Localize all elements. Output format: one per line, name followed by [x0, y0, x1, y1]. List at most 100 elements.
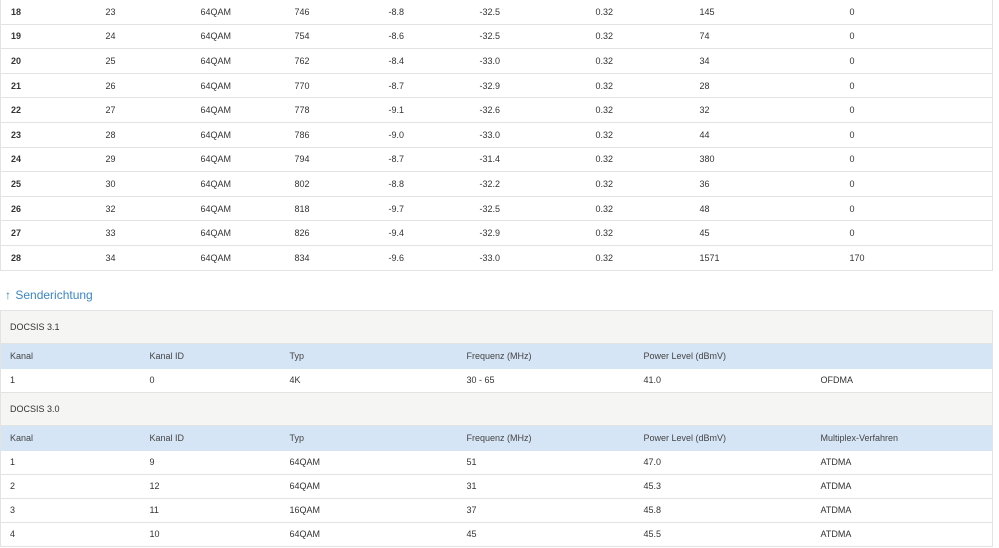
table-cell: 23: [95, 0, 191, 25]
table-cell: 48: [689, 196, 840, 222]
column-header: Power Level (dBmV): [634, 425, 812, 451]
table-cell: 29: [95, 147, 191, 173]
table-cell: 778: [284, 97, 379, 123]
table-row: 18 23 64QAM 746 -8.8 -32.5 0.32 145 0: [0, 0, 993, 25]
table-cell: 64QAM: [190, 171, 285, 197]
table-cell: 0.32: [585, 97, 690, 123]
table-cell: ATDMA: [811, 450, 993, 475]
table-cell: 24: [0, 147, 96, 173]
table-cell: ATDMA: [820, 529, 852, 540]
table-cell: -32.2: [469, 171, 586, 197]
table-cell: 33: [95, 220, 191, 246]
table-cell: 4: [10, 529, 16, 540]
table-row: 22 27 64QAM 778 -9.1 -32.6 0.32 32 0: [0, 97, 993, 123]
table-cell: 3: [0, 498, 141, 523]
table-cell: 37: [457, 498, 635, 523]
table-cell: -33.0: [469, 122, 586, 148]
table-cell: -32.9: [469, 73, 586, 99]
table-cell: 0.32: [585, 171, 690, 197]
table-cell: -32.5: [469, 24, 586, 50]
column-header: Typ: [280, 425, 458, 451]
table-cell: 27: [95, 97, 191, 123]
docsis30-title: DOCSIS 3.0: [0, 392, 993, 426]
table-cell: -8.8: [378, 171, 470, 197]
table-cell: 64QAM: [190, 196, 285, 222]
table-cell: 11: [140, 498, 281, 523]
table-cell: 826: [284, 220, 379, 246]
downstream-table: 18 23 64QAM 746 -8.8 -32.5 0.32 145 0 19 24 64QAM 75…: [0, 0, 993, 271]
column-header: Frequenz (MHz): [457, 343, 635, 369]
table-cell: 0.32: [585, 196, 690, 222]
table-cell: 64QAM: [200, 252, 232, 263]
table-cell: 0.32: [585, 0, 690, 25]
table-cell: 64QAM: [190, 147, 285, 173]
table-cell: 0.32: [585, 24, 690, 50]
table-cell: 4K: [280, 368, 458, 393]
table-cell: 24: [95, 24, 191, 50]
table-cell: 0.32: [595, 252, 614, 263]
table-cell: 746: [284, 0, 379, 25]
table-cell: 12: [140, 474, 281, 499]
table-cell: 23: [0, 122, 96, 148]
table-cell: 0: [839, 122, 993, 148]
table-cell: -33.0: [469, 48, 586, 74]
table-cell: 0: [839, 147, 993, 173]
table-cell: 0: [839, 48, 993, 74]
docsis31-column-headers: Kanal Kanal ID Typ Frequenz (MHz) Power Leve…: [0, 343, 993, 369]
table-row: 27 33 64QAM 826 -9.4 -32.9 0.32 45 0: [0, 220, 993, 246]
table-cell: 762: [284, 48, 379, 74]
table-cell: ATDMA: [811, 498, 993, 523]
table-cell: -32.5: [469, 196, 586, 222]
table-cell: 45.3: [634, 474, 812, 499]
table-cell: 64QAM: [190, 0, 285, 25]
table-cell: 794: [284, 147, 379, 173]
column-header: Frequenz (MHz): [457, 425, 635, 451]
column-header: Multiplex-Verfahren: [811, 425, 993, 451]
table-cell: 45: [466, 529, 477, 540]
table-cell: 754: [284, 24, 379, 50]
table-cell: 0.32: [585, 147, 690, 173]
table-cell: 45.8: [634, 498, 812, 523]
table-cell: 64QAM: [289, 529, 321, 540]
table-cell: -32.9: [469, 220, 586, 246]
table-cell: 0: [140, 368, 281, 393]
upstream-section-label[interactable]: Senderichtung: [15, 288, 92, 302]
column-header: Kanal: [0, 343, 141, 369]
table-cell: 770: [284, 73, 379, 99]
table-row: 1 9 64QAM 51 47.0 ATDMA: [0, 450, 993, 475]
table-cell: 16QAM: [280, 498, 458, 523]
table-cell: 25: [0, 171, 96, 197]
table-cell: 26: [95, 73, 191, 99]
table-cell: 802: [284, 171, 379, 197]
table-cell: 2: [0, 474, 141, 499]
table-cell: 31: [457, 474, 635, 499]
table-cell: 64QAM: [190, 48, 285, 74]
table-cell: OFDMA: [811, 368, 993, 393]
column-header: [811, 343, 993, 369]
table-cell: -32.6: [469, 97, 586, 123]
table-cell: 0: [839, 24, 993, 50]
table-cell: 64QAM: [190, 220, 285, 246]
table-cell: 51: [457, 450, 635, 475]
table-cell: -9.4: [378, 220, 470, 246]
table-row: 24 29 64QAM 794 -8.7 -31.4 0.32 380 0: [0, 147, 993, 173]
table-row: 23 28 64QAM 786 -9.0 -33.0 0.32 44 0: [0, 122, 993, 148]
table-cell: 818: [284, 196, 379, 222]
docsis30-group-header: DOCSIS 3.0: [0, 392, 993, 426]
column-header: Kanal ID: [140, 343, 281, 369]
table-cell: 26: [0, 196, 96, 222]
table-cell: 64QAM: [280, 474, 458, 499]
upstream-section-link[interactable]: ↑ Senderichtung: [5, 288, 999, 302]
table-cell: 64QAM: [190, 24, 285, 50]
table-cell: 18: [0, 0, 96, 25]
column-header: Typ: [280, 343, 458, 369]
table-row: 28 34 64QAM 834 -9.6 -33.0 0.32 1571 170: [1, 245, 993, 270]
table-cell: 20: [0, 48, 96, 74]
docsis31-group-header: DOCSIS 3.1: [0, 310, 993, 344]
table-cell: -9.7: [378, 196, 470, 222]
table-cell: 34: [689, 48, 840, 74]
table-cell: 28: [95, 122, 191, 148]
table-row: 25 30 64QAM 802 -8.8 -32.2 0.32 36 0: [0, 171, 993, 197]
table-cell: 28: [11, 252, 22, 263]
table-row: 2 12 64QAM 31 45.3 ATDMA: [0, 474, 993, 499]
